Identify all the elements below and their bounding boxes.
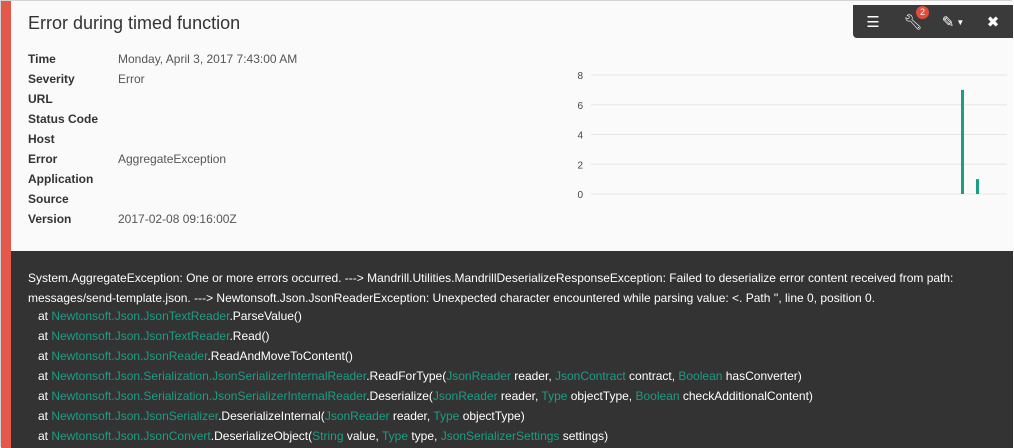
param-type: JsonContract: [554, 369, 626, 383]
frame-type: Newtonsoft.Json.JsonTextReader: [51, 329, 230, 343]
toolbar: ☰ 🔧︎ 2 ✎ ▼ ✖: [853, 5, 1013, 38]
detail-row-status-code: Status Code: [28, 109, 297, 129]
frame-method: .ReadForType(: [366, 369, 447, 383]
param-type: JsonReader: [432, 389, 498, 403]
param-name: type,: [408, 429, 441, 443]
edit-dropdown-button[interactable]: ✎ ▼: [935, 13, 971, 31]
detail-row-application: Application: [28, 169, 297, 189]
detail-label: Time: [28, 52, 56, 66]
exception-message: System.AggregateException: One or more e…: [28, 271, 954, 305]
menu-button[interactable]: ☰: [855, 13, 891, 31]
detail-value: Monday, April 3, 2017 7:43:00 AM: [118, 52, 298, 66]
detail-label: Error: [28, 152, 58, 166]
detail-list: Time Monday, April 3, 2017 7:43:00 AM Se…: [28, 49, 297, 229]
detail-value: 2017-02-08 09:16:00Z: [118, 212, 237, 226]
param-type: Type: [433, 409, 460, 423]
param-name: hasConverter): [722, 369, 802, 383]
frame-type: Newtonsoft.Json.JsonTextReader: [51, 309, 230, 323]
detail-row-error: Error AggregateException: [28, 149, 297, 169]
frame-method: .DeserializeObject(: [210, 429, 313, 443]
frame-type: Newtonsoft.Json.JsonConvert: [51, 429, 211, 443]
param-type: Boolean: [635, 389, 680, 403]
param-name: reader,: [497, 389, 542, 403]
header-area: Error during timed function ☰ 🔧︎ 2 ✎ ▼ ✖ …: [11, 1, 1013, 251]
detail-row-source: Source: [28, 189, 297, 209]
stack-frame-line: at Newtonsoft.Json.Serialization.JsonSer…: [38, 386, 813, 406]
y-tick-label: 6: [577, 101, 583, 112]
detail-label: Status Code: [28, 112, 99, 126]
y-tick-label: 8: [577, 71, 583, 82]
detail-row-host: Host: [28, 129, 297, 149]
detail-value: Error: [118, 72, 145, 86]
frame-method: .ReadAndMoveToContent(): [207, 349, 353, 363]
detail-row-severity: Severity Error: [28, 69, 297, 89]
stack-trace-panel: System.AggregateException: One or more e…: [11, 251, 1013, 448]
close-icon: ✖: [986, 13, 1000, 31]
notification-badge: 2: [916, 5, 929, 19]
param-type: JsonReader: [324, 409, 390, 423]
param-name: settings): [559, 429, 609, 443]
frame-type: Newtonsoft.Json.Serialization.JsonSerial…: [51, 389, 367, 403]
detail-label: URL: [28, 92, 53, 106]
param-name: reader,: [510, 369, 555, 383]
frame-at: at: [38, 409, 52, 423]
param-type: Boolean: [678, 369, 723, 383]
frame-at: at: [38, 389, 52, 403]
stack-frame-line: at Newtonsoft.Json.JsonTextReader.ParseV…: [38, 306, 813, 326]
frame-at: at: [38, 429, 52, 443]
frame-at: at: [38, 309, 52, 323]
param-type: JsonReader: [446, 369, 511, 383]
param-type: String: [312, 429, 344, 443]
param-name: value,: [343, 429, 382, 443]
error-detail-panel: Error during timed function ☰ 🔧︎ 2 ✎ ▼ ✖ …: [0, 0, 1013, 448]
detail-row-version: Version 2017-02-08 09:16:00Z: [28, 209, 297, 229]
stack-frame-line: at Newtonsoft.Json.JsonReader.ReadAndMov…: [38, 346, 813, 366]
detail-row-time: Time Monday, April 3, 2017 7:43:00 AM: [28, 49, 297, 69]
frame-type: Newtonsoft.Json.JsonSerializer: [51, 409, 219, 423]
occurrence-chart: 8 6 4 2 0: [561, 65, 1011, 205]
y-tick-label: 4: [577, 131, 583, 142]
detail-label: Application: [28, 172, 94, 186]
param-name: contract,: [625, 369, 679, 383]
param-name: objectType,: [567, 389, 636, 403]
param-type: Type: [381, 429, 408, 443]
detail-label: Source: [28, 192, 69, 206]
y-tick-label: 2: [577, 160, 583, 171]
menu-icon: ☰: [866, 13, 880, 31]
param-type: Type: [541, 389, 568, 403]
close-button[interactable]: ✖: [975, 13, 1011, 31]
frame-method: .DeserializeInternal(: [218, 409, 325, 423]
y-tick-label: 0: [577, 190, 583, 201]
frame-at: at: [38, 369, 52, 383]
frame-at: at: [38, 329, 52, 343]
frame-method: .ParseValue(): [229, 309, 302, 323]
stack-frame-line: at Newtonsoft.Json.JsonConvert.Deseriali…: [38, 426, 813, 446]
stack-frame-line: at Newtonsoft.Json.Serialization.JsonSer…: [38, 366, 813, 386]
chart-bar: [961, 89, 964, 194]
chart-bar: [976, 179, 979, 194]
frame-at: at: [38, 349, 52, 363]
param-name: checkAdditionalContent): [679, 389, 813, 403]
severity-accent-bar: [1, 1, 11, 448]
detail-label: Severity: [28, 72, 75, 86]
detail-row-url: URL: [28, 89, 297, 109]
detail-label: Host: [28, 132, 55, 146]
frame-method: .Read(): [229, 329, 270, 343]
pencil-icon: ✎: [941, 13, 955, 31]
detail-value: AggregateException: [118, 152, 227, 166]
stack-frame-line: at Newtonsoft.Json.JsonTextReader.Read(): [38, 326, 813, 346]
stack-frames: at Newtonsoft.Json.JsonTextReader.ParseV…: [38, 306, 813, 446]
stack-frame-line: at Newtonsoft.Json.JsonSerializer.Deseri…: [38, 406, 813, 426]
param-name: reader,: [389, 409, 434, 423]
chart-svg: 8 6 4 2 0: [577, 71, 1007, 201]
frame-type: Newtonsoft.Json.Serialization.JsonSerial…: [51, 369, 367, 383]
frame-type: Newtonsoft.Json.JsonReader: [51, 349, 208, 363]
chevron-down-icon: ▼: [956, 18, 965, 28]
detail-label: Version: [28, 212, 72, 226]
frame-method: .Deserialize(: [366, 389, 433, 403]
wrench-button[interactable]: 🔧︎ 2: [895, 5, 931, 31]
param-type: JsonSerializerSettings: [440, 429, 560, 443]
page-title: Error during timed function: [28, 13, 241, 33]
param-name: objectType): [459, 409, 525, 423]
